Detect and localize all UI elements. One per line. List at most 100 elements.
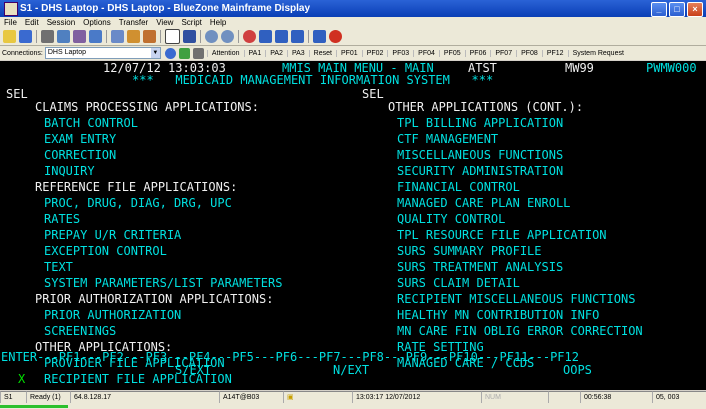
pf03-key[interactable]: PF03 [387, 49, 413, 57]
toolbar-separator [200, 30, 201, 43]
pf12-key[interactable]: PF12 [541, 49, 568, 57]
toolbar-separator [238, 30, 239, 43]
connect-icon[interactable] [19, 30, 32, 43]
transfer-icon[interactable] [127, 30, 140, 43]
close-button[interactable]: × [687, 2, 703, 17]
system-request-key[interactable]: System Request [567, 49, 628, 57]
pf-key-area: ENTER---PF1---PF2---PF3---PF4---PF5---PF… [0, 351, 706, 381]
menu-option-proc-drug[interactable]: PROC, DRUG, DIAG, DRG, UPC [44, 197, 232, 209]
menu-help[interactable]: Help [206, 17, 230, 28]
menu-option-prior-authorization[interactable]: PRIOR AUTHORIZATION [44, 309, 181, 321]
other-applications-cont-heading: OTHER APPLICATIONS (CONT.): [388, 100, 584, 114]
menu-option-batch-control[interactable]: BATCH CONTROL [44, 117, 138, 129]
stop-icon[interactable] [291, 30, 304, 43]
menu-option-quality-control[interactable]: QUALITY CONTROL [397, 213, 505, 225]
tools-icon[interactable] [192, 47, 204, 59]
header-term: MW99 [565, 61, 594, 75]
system-subtitle: *** MEDICAID MANAGEMENT INFORMATION SYST… [132, 73, 494, 87]
book-icon[interactable] [313, 30, 326, 43]
attention-key[interactable]: Attention [206, 49, 244, 57]
sel-label-right: SEL [362, 87, 384, 101]
toolbar-separator [106, 30, 107, 43]
copy-icon[interactable] [57, 30, 70, 43]
menu-option-ctf-management[interactable]: CTF MANAGEMENT [397, 133, 498, 145]
claims-processing-heading: CLAIMS PROCESSING APPLICATIONS: [35, 100, 259, 114]
menu-option-surs-claim-detail[interactable]: SURS CLAIM DETAIL [397, 277, 520, 289]
maximize-button[interactable]: □ [669, 2, 685, 17]
connections-dropdown[interactable]: DHS Laptop ▼ [44, 47, 161, 59]
menu-option-exam-entry[interactable]: EXAM ENTRY [44, 133, 116, 145]
display-icon[interactable] [165, 29, 180, 44]
terminal-screen[interactable]: 12/07/12 13:03:03 MMIS MAIN MENU - MAIN … [0, 61, 706, 390]
menu-file[interactable]: File [0, 17, 21, 28]
play-icon[interactable] [259, 30, 272, 43]
menu-script[interactable]: Script [177, 17, 205, 28]
menu-option-system-parameters[interactable]: SYSTEM PARAMETERS/LIST PARAMETERS [44, 277, 282, 289]
pause-icon[interactable] [275, 30, 288, 43]
check-icon[interactable] [178, 47, 190, 59]
menu-edit[interactable]: Edit [21, 17, 43, 28]
pf10-label: OOPS [563, 363, 592, 377]
main-toolbar [0, 28, 706, 46]
menu-option-tpl-billing[interactable]: TPL BILLING APPLICATION [397, 117, 563, 129]
copy-append-icon[interactable] [89, 30, 102, 43]
menu-option-security-admin[interactable]: SECURITY ADMINISTRATION [397, 165, 563, 177]
pa3-key[interactable]: PA3 [286, 49, 309, 57]
paste-icon[interactable] [73, 30, 86, 43]
status-bar: S1 Ready (1) 64.8.128.17 A14T@B03 ▣ 13:0… [0, 391, 706, 404]
find-next-icon[interactable] [221, 30, 234, 43]
menu-option-correction[interactable]: CORRECTION [44, 149, 116, 161]
keyboard-icon[interactable] [183, 30, 196, 43]
keys-toolbar: Connections: DHS Laptop ▼ Attention PA1 … [0, 46, 706, 60]
open-folder-icon[interactable] [3, 30, 16, 43]
globe-icon[interactable] [164, 47, 176, 59]
pa2-key[interactable]: PA2 [265, 49, 287, 57]
menu-option-rates[interactable]: RATES [44, 213, 80, 225]
menu-option-recipient-misc[interactable]: RECIPIENT MISCELLANEOUS FUNCTIONS [397, 293, 635, 305]
menu-options[interactable]: Options [79, 17, 115, 28]
pf07-key[interactable]: PF07 [490, 49, 516, 57]
sel-label-left: SEL [6, 87, 28, 101]
pf08-key[interactable]: PF08 [516, 49, 542, 57]
cut-icon[interactable] [41, 30, 54, 43]
toolbar-separator [160, 30, 161, 43]
script-icon[interactable] [143, 30, 156, 43]
menu-option-misc-functions[interactable]: MISCELLANEOUS FUNCTIONS [397, 149, 563, 161]
menu-session[interactable]: Session [43, 17, 79, 28]
window-controls: _ □ × [651, 2, 703, 17]
pf01-key[interactable]: PF01 [335, 49, 362, 57]
pf3-label: S/EXT [175, 363, 212, 377]
connection-value: DHS Laptop [47, 49, 86, 56]
header-screen-id: PWMW000 [646, 61, 697, 75]
menu-option-screenings[interactable]: SCREENINGS [44, 325, 116, 337]
menu-option-exception-control[interactable]: EXCEPTION CONTROL [44, 245, 167, 257]
menu-option-healthy-mn[interactable]: HEALTHY MN CONTRIBUTION INFO [397, 309, 599, 321]
menu-option-mn-care-fin[interactable]: MN CARE FIN OBLIG ERROR CORRECTION [397, 325, 643, 337]
apple-icon[interactable] [329, 30, 342, 43]
progress-strip [0, 403, 706, 409]
reset-key[interactable]: Reset [308, 49, 336, 57]
find-icon[interactable] [205, 30, 218, 43]
chevron-down-icon[interactable]: ▼ [150, 48, 160, 58]
menu-option-tpl-resource[interactable]: TPL RESOURCE FILE APPLICATION [397, 229, 607, 241]
record-icon[interactable] [243, 30, 256, 43]
pf06-key[interactable]: PF06 [464, 49, 491, 57]
pa1-key[interactable]: PA1 [243, 49, 266, 57]
pf02-key[interactable]: PF02 [361, 49, 388, 57]
menu-option-inquiry[interactable]: INQUIRY [44, 165, 95, 177]
title-bar[interactable]: S1 - DHS Laptop - DHS Laptop - BlueZone … [0, 0, 706, 17]
menu-option-managed-care-enroll[interactable]: MANAGED CARE PLAN ENROLL [397, 197, 570, 209]
menu-option-surs-summary[interactable]: SURS SUMMARY PROFILE [397, 245, 542, 257]
prior-authorization-heading: PRIOR AUTHORIZATION APPLICATIONS: [35, 292, 274, 306]
pf04-key[interactable]: PF04 [413, 49, 439, 57]
menu-option-financial-control[interactable]: FINANCIAL CONTROL [397, 181, 520, 193]
menu-option-text[interactable]: TEXT [44, 261, 73, 273]
menu-option-surs-treatment[interactable]: SURS TREATMENT ANALYSIS [397, 261, 563, 273]
connections-label: Connections: [2, 49, 43, 57]
pf05-key[interactable]: PF05 [438, 49, 465, 57]
menu-transfer[interactable]: Transfer [115, 17, 153, 28]
menu-option-prepay-ur[interactable]: PREPAY U/R CRITERIA [44, 229, 181, 241]
minimize-button[interactable]: _ [651, 2, 667, 17]
menu-view[interactable]: View [152, 17, 177, 28]
print-icon[interactable] [111, 30, 124, 43]
